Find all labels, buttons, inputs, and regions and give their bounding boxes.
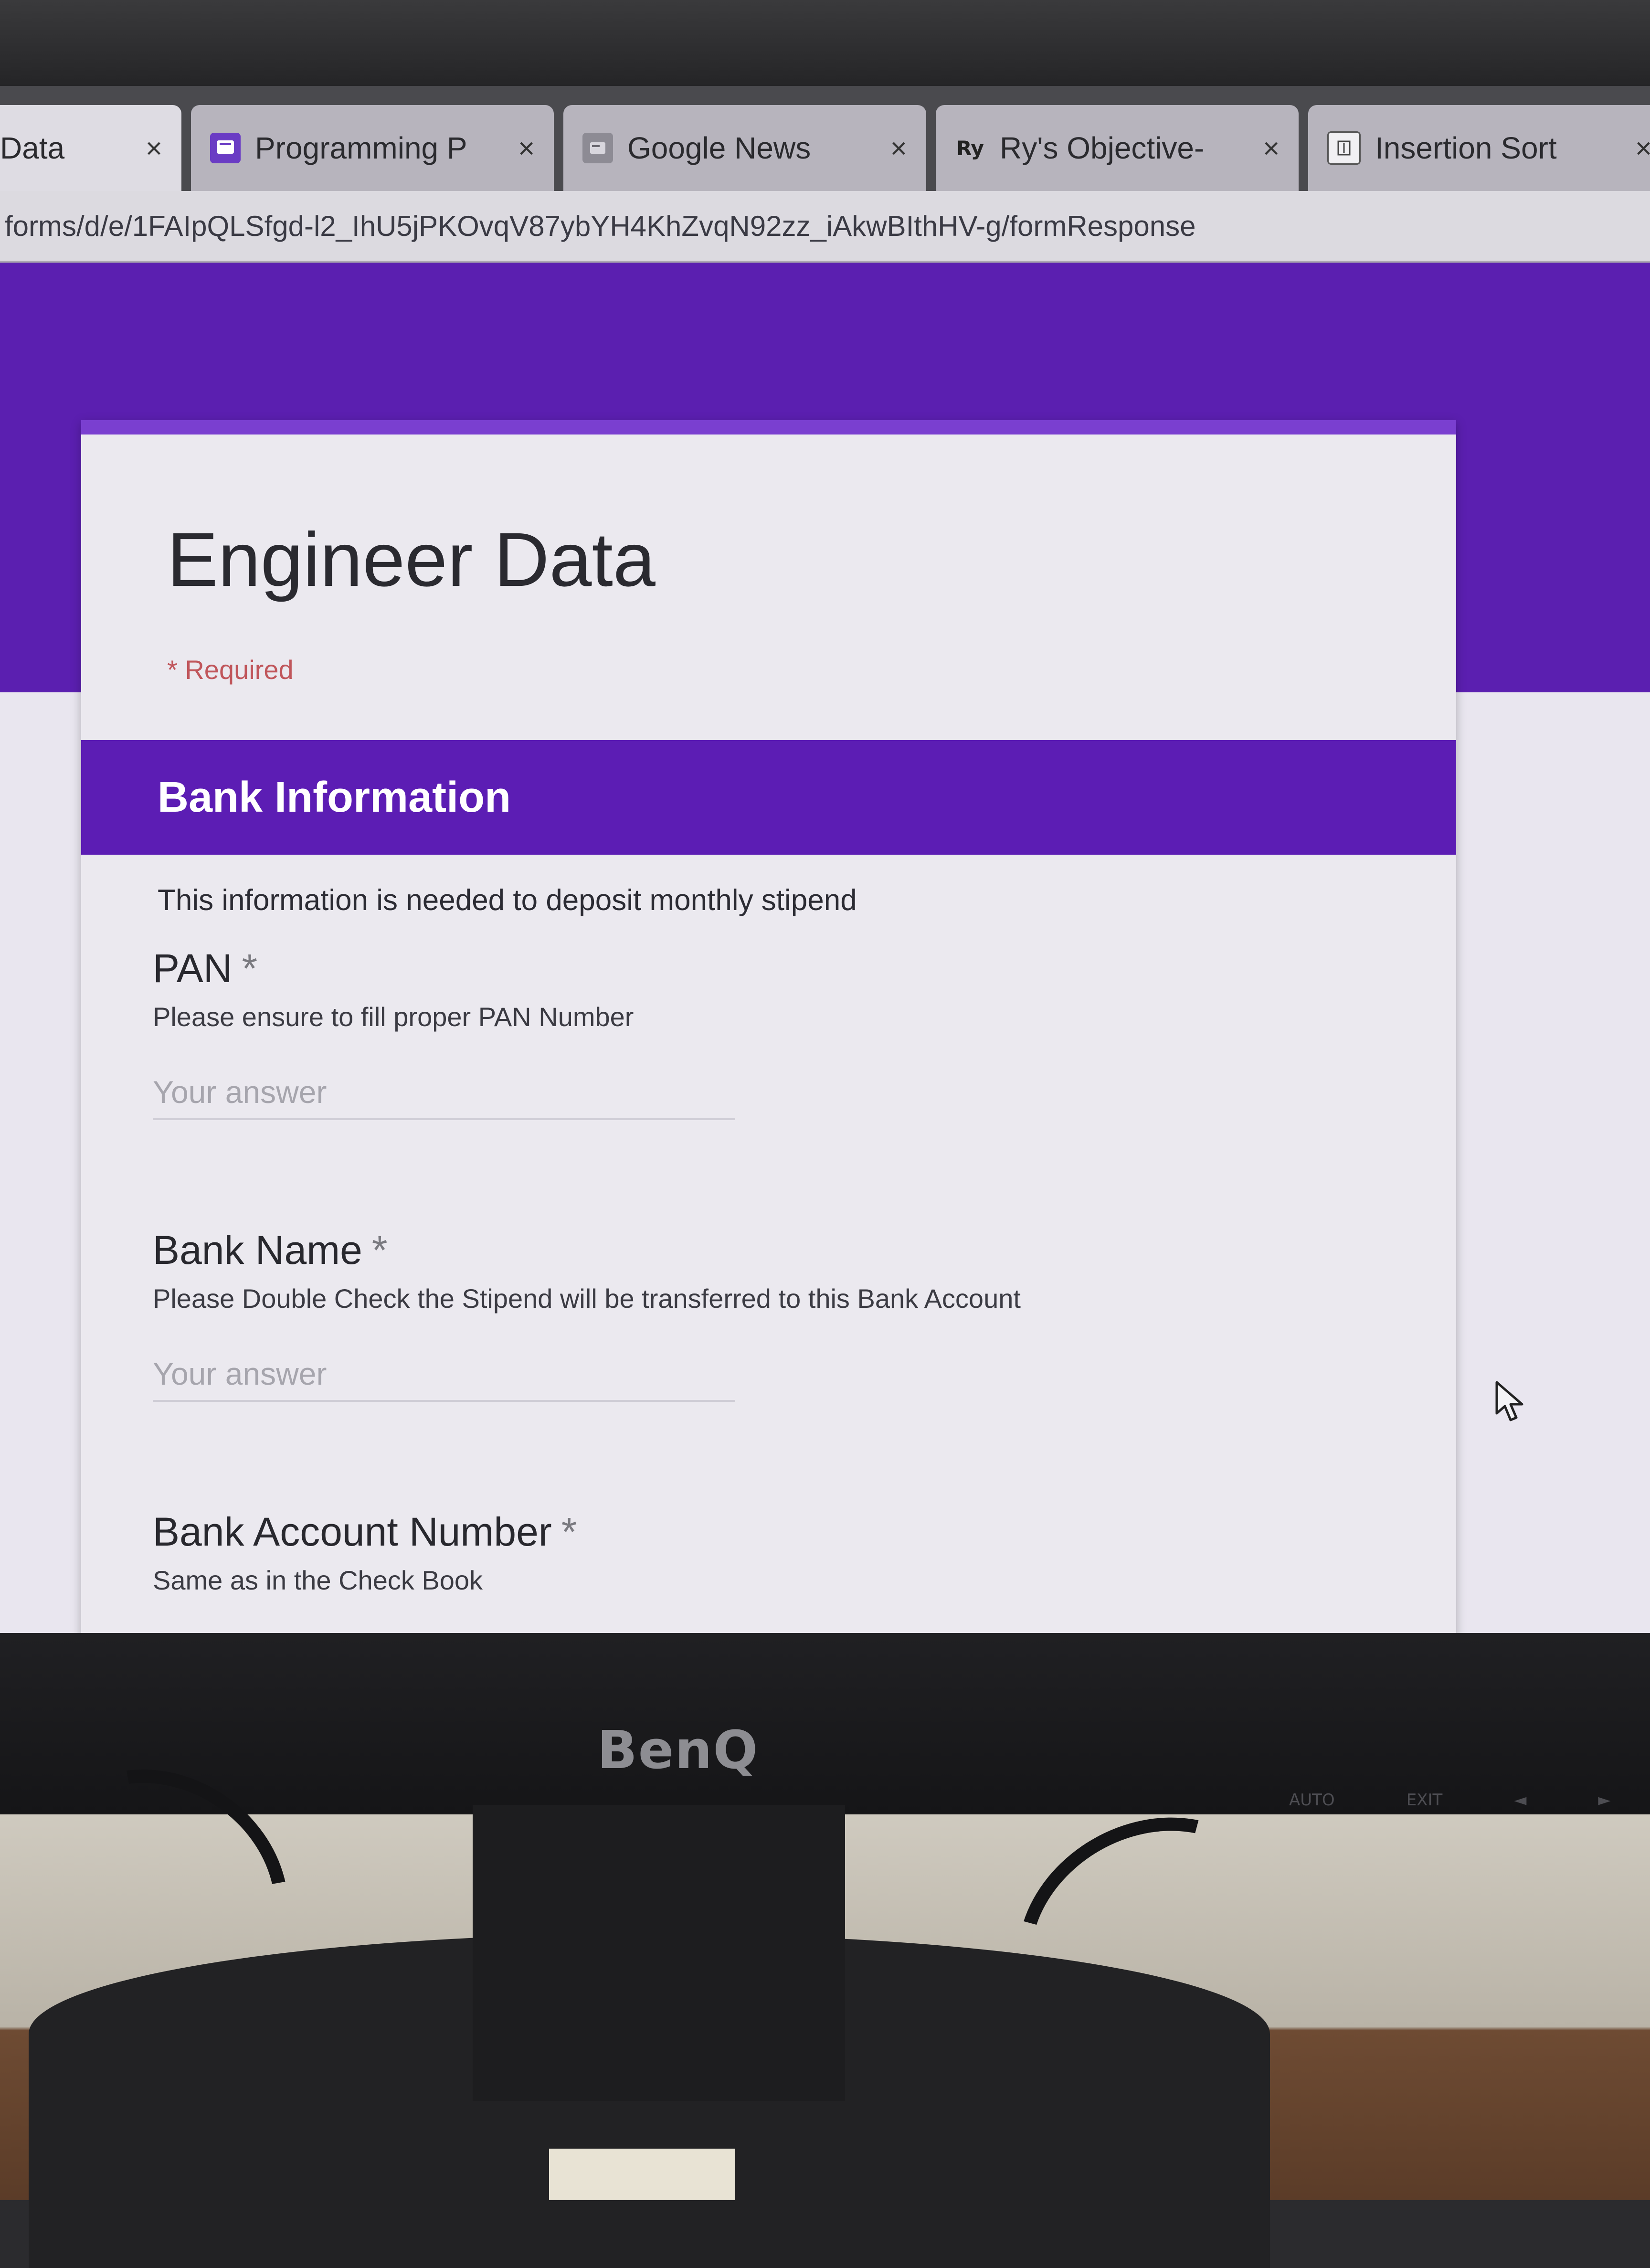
close-icon[interactable]: × bbox=[1635, 132, 1650, 165]
close-icon[interactable]: × bbox=[890, 132, 907, 165]
section-description: This information is needed to deposit mo… bbox=[158, 884, 857, 917]
monitor-bottom-bezel bbox=[0, 1633, 1650, 1814]
close-icon[interactable]: × bbox=[1263, 132, 1280, 165]
form-title: Engineer Data bbox=[167, 517, 656, 602]
tab-programming[interactable]: Programming P × bbox=[191, 105, 554, 191]
monitor-stand-neck bbox=[473, 1805, 845, 2101]
form-page: Engineer Data * Required Bank Informatio… bbox=[0, 263, 1650, 1685]
tab-google-news[interactable]: Google News × bbox=[563, 105, 926, 191]
question-bank-account-number: Bank Account Number * Same as in the Chec… bbox=[153, 1509, 1299, 1596]
programming-favicon-icon bbox=[210, 133, 241, 163]
ry-favicon-icon: Ry bbox=[956, 136, 984, 160]
google-news-icon bbox=[582, 133, 613, 163]
close-icon[interactable]: × bbox=[146, 132, 162, 165]
question-help: Please ensure to fill proper PAN Number bbox=[153, 1002, 634, 1032]
question-label: PAN bbox=[153, 946, 233, 991]
tab-data[interactable]: Data × bbox=[0, 105, 181, 191]
tab-title: Data bbox=[0, 131, 65, 165]
document-favicon-icon bbox=[1327, 131, 1361, 165]
tab-title: Ry's Objective- bbox=[1000, 131, 1205, 165]
required-asterisk: * bbox=[371, 1228, 388, 1272]
required-note: * Required bbox=[167, 655, 294, 685]
url-text[interactable]: forms/d/e/1FAIpQLSfgd-l2_IhU5jPKOvqV87yb… bbox=[5, 210, 1196, 243]
question-bank-name: Bank Name * Please Double Check the Stipe… bbox=[153, 1227, 1299, 1402]
form-card: Engineer Data * Required Bank Informatio… bbox=[81, 420, 1456, 1685]
pan-input[interactable] bbox=[153, 1066, 735, 1120]
asset-sticker bbox=[549, 2149, 735, 2200]
section-header: Bank Information bbox=[81, 740, 1456, 855]
question-label: Bank Account Number bbox=[153, 1509, 552, 1554]
browser-tab-strip: Data × Programming P × Google News × Ry … bbox=[0, 86, 1650, 191]
tab-rys-objective[interactable]: Ry Ry's Objective- × bbox=[936, 105, 1299, 191]
monitor-brand-logo: BenQ bbox=[597, 1719, 759, 1780]
question-label: Bank Name bbox=[153, 1228, 362, 1272]
tab-insertion-sort[interactable]: Insertion Sort × bbox=[1308, 105, 1650, 191]
tab-title: Programming P bbox=[255, 131, 467, 165]
mouse-cursor-icon bbox=[1495, 1381, 1523, 1421]
question-help: Same as in the Check Book bbox=[153, 1565, 483, 1595]
tab-title: Insertion Sort bbox=[1375, 131, 1557, 165]
required-asterisk: * bbox=[561, 1509, 577, 1554]
required-asterisk: * bbox=[242, 946, 258, 991]
monitor-screen: Data × Programming P × Google News × Ry … bbox=[0, 86, 1650, 1685]
section-title: Bank Information bbox=[158, 773, 511, 821]
question-help: Please Double Check the Stipend will be … bbox=[153, 1283, 1021, 1314]
tab-title: Google News bbox=[627, 131, 811, 165]
question-pan: PAN * Please ensure to fill proper PAN Nu… bbox=[153, 945, 1299, 1120]
close-icon[interactable]: × bbox=[518, 132, 535, 165]
bank-name-input[interactable] bbox=[153, 1347, 735, 1402]
address-bar[interactable]: forms/d/e/1FAIpQLSfgd-l2_IhU5jPKOvqV87yb… bbox=[0, 191, 1650, 263]
